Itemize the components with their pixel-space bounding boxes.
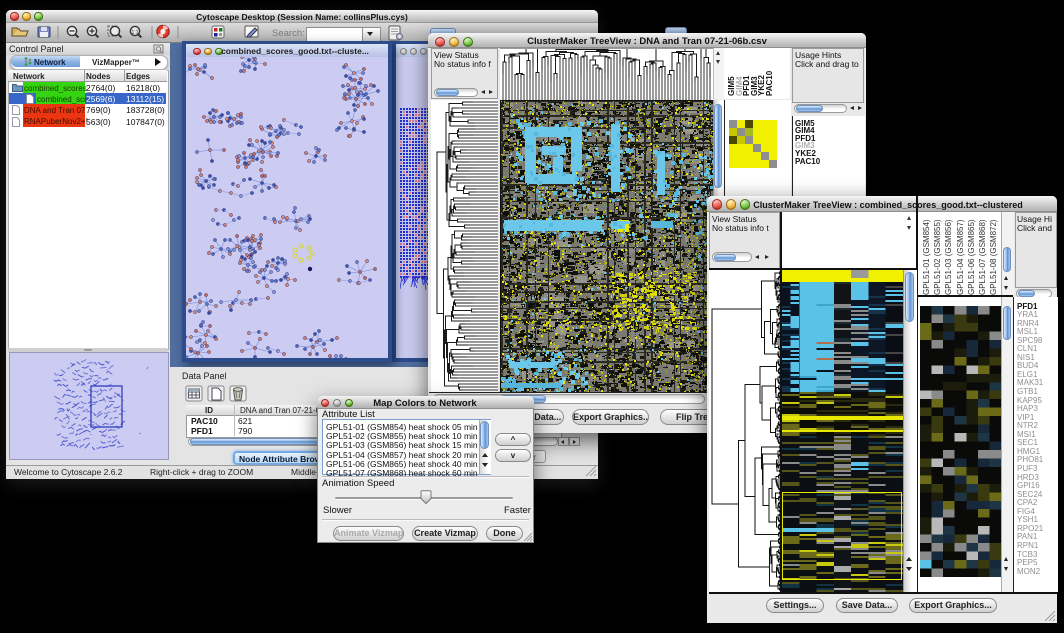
svg-text:1:1: 1:1 — [132, 30, 139, 36]
